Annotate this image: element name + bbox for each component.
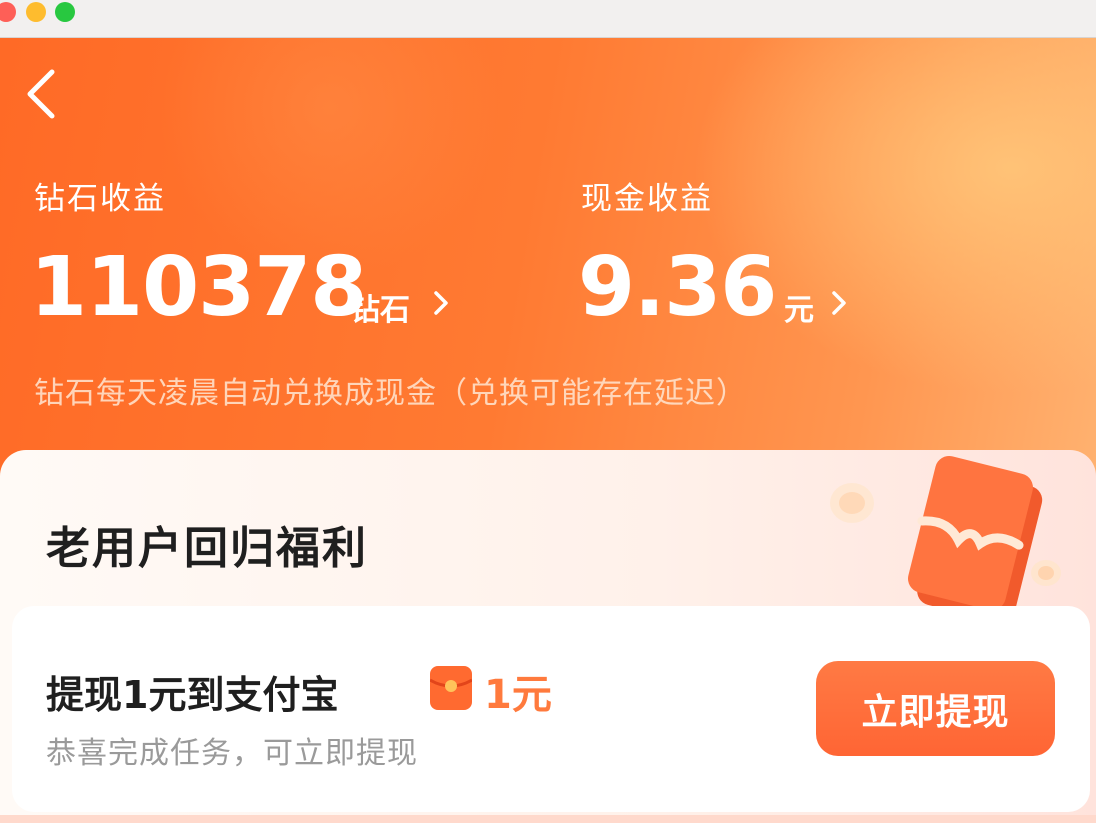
diamond-earnings-label: 钻石收益 (34, 181, 166, 217)
diamond-chevron-right-icon[interactable] (432, 289, 450, 317)
red-envelope-decoration-icon (830, 456, 1061, 615)
back-button[interactable] (22, 68, 62, 120)
cash-earnings-label: 现金收益 (581, 181, 713, 217)
cash-chevron-right-icon[interactable] (830, 289, 848, 317)
task-reward: 1元 (484, 672, 552, 718)
window-minimize-button[interactable] (26, 2, 46, 22)
task-title: 提现1元到支付宝 (46, 673, 339, 717)
withdraw-now-button[interactable]: 立即提现 (816, 661, 1055, 756)
task-subtitle: 恭喜完成任务，可立即提现 (46, 736, 418, 771)
bottom-strip (0, 815, 1096, 823)
cash-earnings-value[interactable]: 9.36 (578, 243, 777, 333)
red-envelope-icon (430, 666, 472, 710)
window-close-button[interactable] (0, 2, 16, 22)
window-zoom-button[interactable] (55, 2, 75, 22)
panel-title: 老用户回归福利 (46, 523, 368, 574)
window-titlebar (0, 0, 1096, 38)
diamond-earnings-value[interactable]: 110378 (30, 243, 367, 333)
diamond-unit[interactable]: 钻石 (350, 285, 410, 329)
chevron-left-icon (27, 69, 55, 119)
cash-unit[interactable]: 元 (784, 285, 814, 329)
exchange-note: 钻石每天凌晨自动兑换成现金（兑换可能存在延迟） (34, 376, 747, 411)
